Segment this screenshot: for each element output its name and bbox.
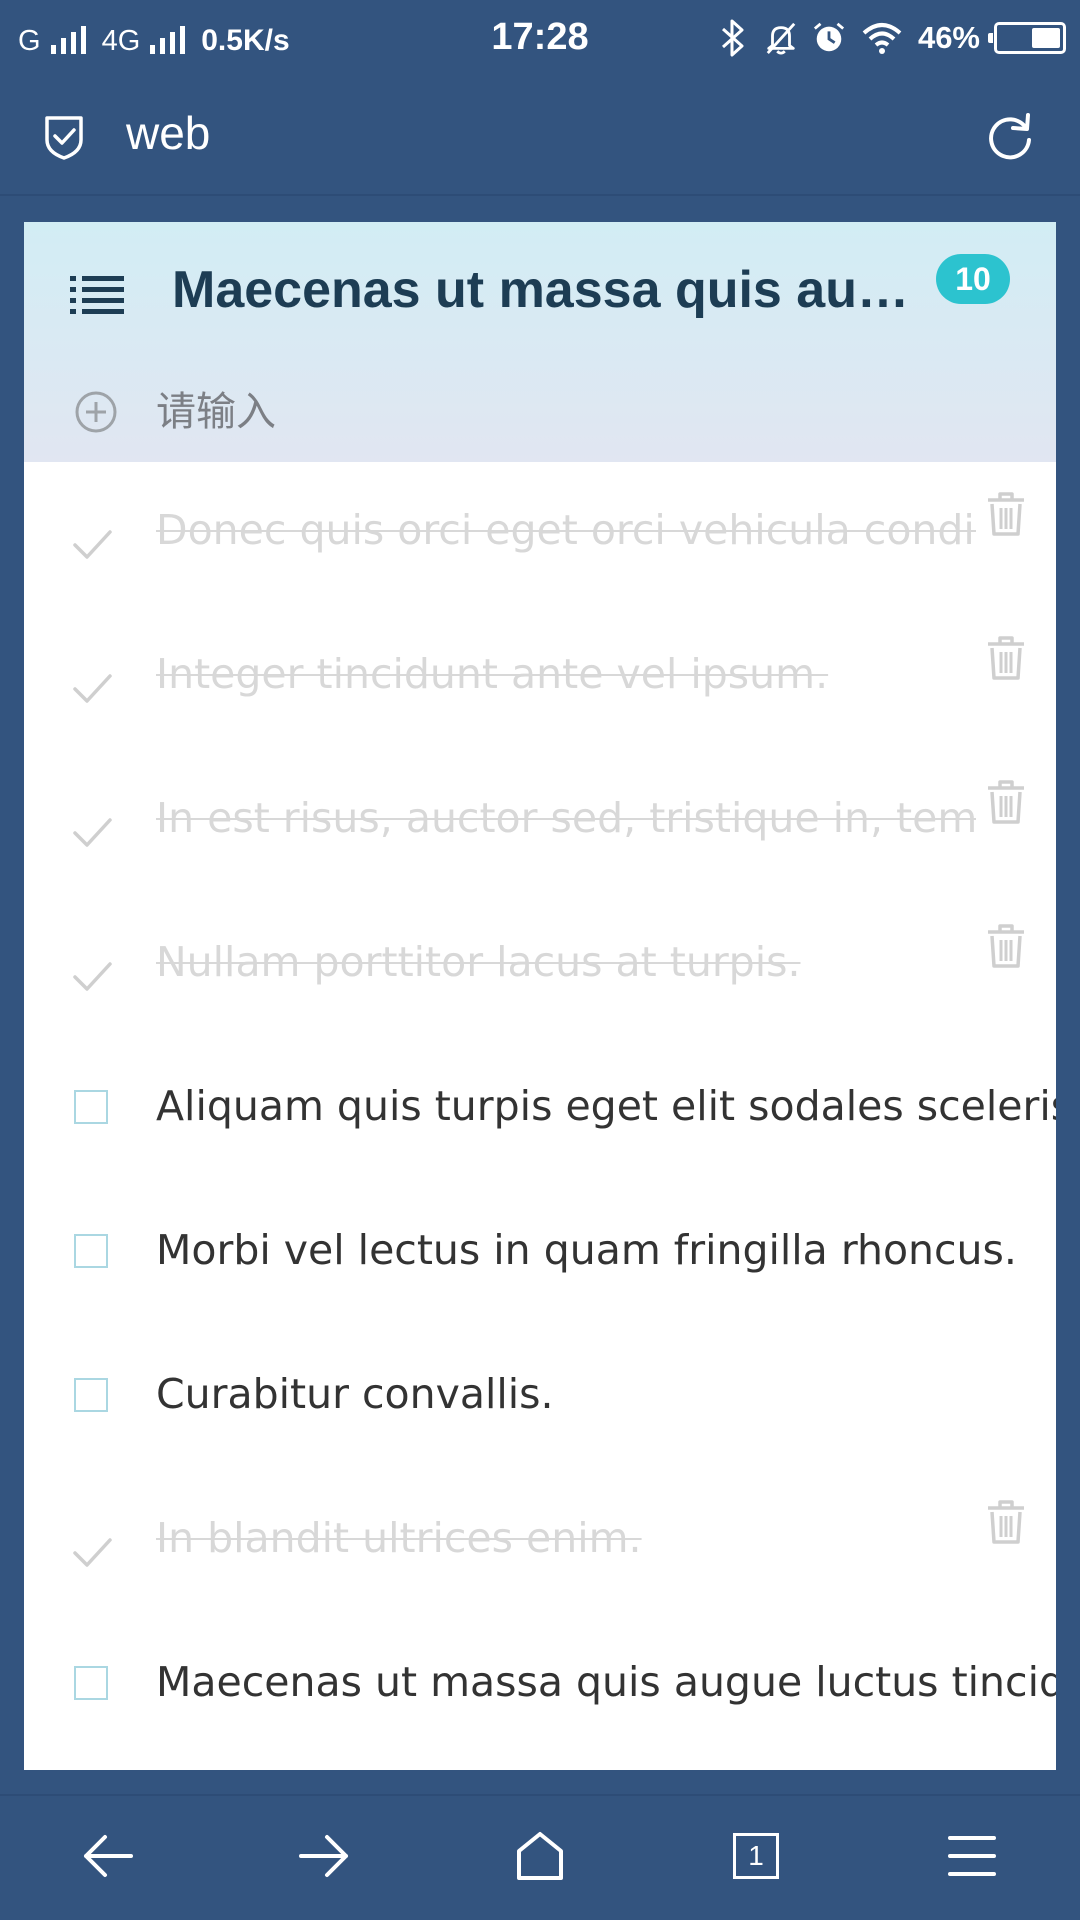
check-icon[interactable] [70, 1530, 114, 1574]
wifi-icon [860, 20, 904, 56]
todo-checkbox[interactable] [74, 1666, 108, 1700]
count-badge: 10 [936, 254, 1010, 304]
forward-icon [299, 1835, 348, 1877]
todo-checkbox[interactable] [74, 1378, 108, 1412]
todo-text[interactable]: Donec quis orci eget orci vehicula condi… [156, 502, 976, 558]
todo-text[interactable]: Maecenas ut massa quis augue luctus tinc… [156, 1654, 1056, 1710]
tabs-icon: 1 [733, 1833, 779, 1879]
check-icon[interactable] [70, 522, 114, 566]
home-icon [517, 1832, 563, 1880]
app-title: web [126, 107, 211, 159]
mute-icon [764, 20, 798, 56]
list-header: Maecenas ut massa quis augue luctus tinc… [24, 222, 1056, 462]
todo-checkbox[interactable] [74, 1090, 108, 1124]
todo-item: In blandit ultrices enim. [24, 1470, 1056, 1614]
new-todo-input[interactable] [156, 382, 1016, 442]
bottom-nav: 1 [0, 1794, 1080, 1920]
app-bar: web [0, 76, 1080, 196]
back-button[interactable] [78, 1826, 138, 1886]
todo-item: Nullam porttitor lacus at turpis. [24, 894, 1056, 1038]
menu-button[interactable] [942, 1826, 1002, 1886]
shield-icon [45, 116, 83, 160]
battery-level [1032, 28, 1060, 48]
back-icon [84, 1835, 133, 1877]
check-icon[interactable] [70, 810, 114, 854]
list-icon[interactable] [68, 272, 126, 320]
check-icon[interactable] [70, 666, 114, 710]
add-circle-icon[interactable] [74, 390, 118, 434]
battery-percent: 46% [917, 20, 980, 55]
todo-text[interactable]: Integer tincidunt ante vel ipsum. [156, 646, 976, 702]
battery-icon [988, 22, 1066, 54]
todo-text[interactable]: Morbi vel lectus in quam fringilla rhonc… [156, 1222, 1056, 1278]
todo-item: In est risus, auctor sed, tristique in, … [24, 750, 1056, 894]
tabs-button[interactable]: 1 [726, 1826, 786, 1886]
todo-item: Maecenas ut massa quis augue luctus tinc… [24, 1614, 1056, 1758]
todo-text[interactable]: In est risus, auctor sed, tristique in, … [156, 790, 976, 846]
trash-icon[interactable] [982, 634, 1030, 682]
todo-card: Maecenas ut massa quis augue luctus tinc… [24, 222, 1056, 1770]
tab-count: 1 [748, 1840, 764, 1871]
todo-item: Integer tincidunt ante vel ipsum. [24, 606, 1056, 750]
todo-item: Morbi vel lectus in quam fringilla rhonc… [24, 1182, 1056, 1326]
todo-text[interactable]: Curabitur convallis. [156, 1366, 1056, 1422]
trash-icon[interactable] [982, 1498, 1030, 1546]
list-title: Maecenas ut massa quis augue luctus tinc… [172, 261, 932, 319]
todo-checkbox[interactable] [74, 1234, 108, 1268]
todo-text[interactable]: In blandit ultrices enim. [156, 1510, 976, 1566]
alarm-icon [812, 20, 846, 56]
check-icon[interactable] [70, 954, 114, 998]
todo-item: Donec quis orci eget orci vehicula condi… [24, 462, 1056, 606]
todo-text[interactable]: Nullam porttitor lacus at turpis. [156, 934, 976, 990]
menu-icon [948, 1836, 996, 1876]
bluetooth-icon [716, 19, 750, 57]
todo-list: Donec quis orci eget orci vehicula condi… [24, 462, 1056, 1758]
home-button[interactable] [510, 1826, 570, 1886]
trash-icon[interactable] [982, 778, 1030, 826]
forward-button[interactable] [294, 1826, 354, 1886]
trash-icon[interactable] [982, 490, 1030, 538]
todo-text[interactable]: Aliquam quis turpis eget elit sodales sc… [156, 1078, 1056, 1134]
trash-icon[interactable] [982, 922, 1030, 970]
refresh-icon[interactable] [984, 110, 1036, 162]
status-bar: G 4G 0.5K/s 17:28 46% [0, 0, 1080, 76]
status-icons: 46% [716, 16, 1066, 60]
todo-item: Aliquam quis turpis eget elit sodales sc… [24, 1038, 1056, 1182]
todo-item: Curabitur convallis. [24, 1326, 1056, 1470]
